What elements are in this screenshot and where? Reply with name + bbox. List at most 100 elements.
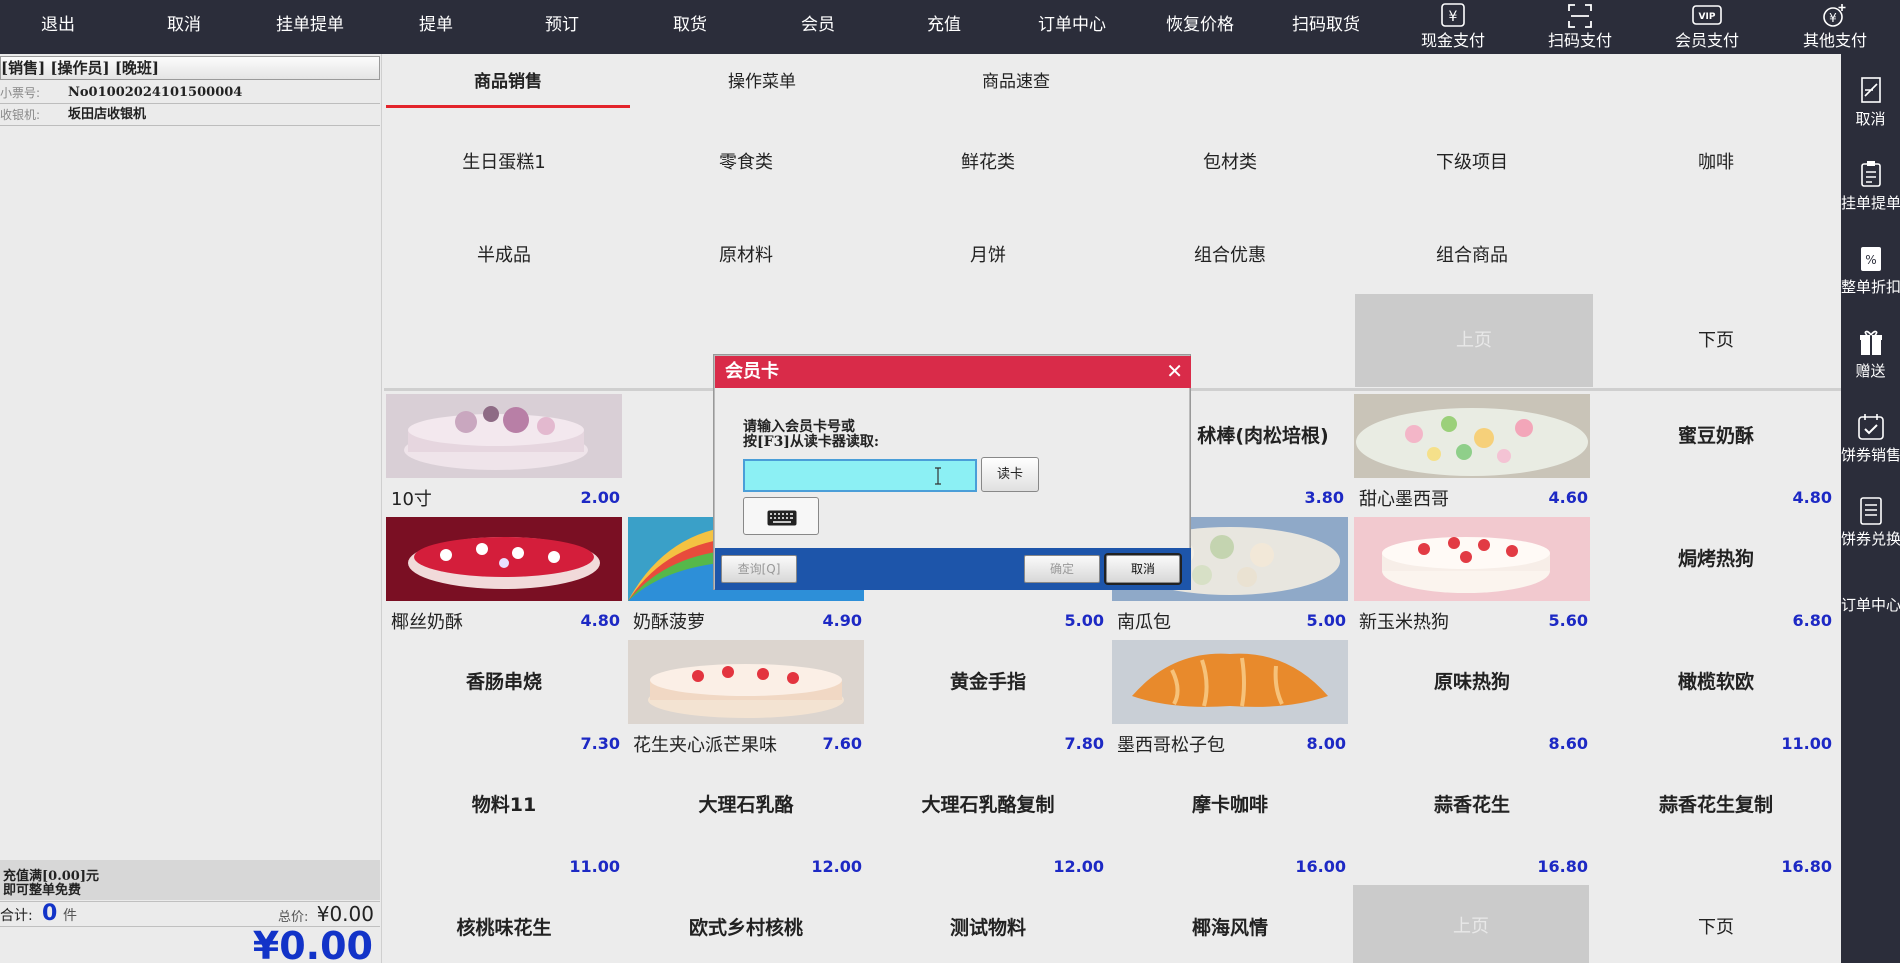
product-tile[interactable]: 橄榄软欧 11.00 bbox=[1598, 640, 1834, 758]
product-name: 蒜香花生复制 bbox=[1658, 794, 1773, 816]
category-combo-discount[interactable]: 组合优惠 bbox=[1110, 213, 1350, 299]
reserve-button[interactable]: 预订 bbox=[518, 0, 606, 54]
category-raw-materials[interactable]: 原材料 bbox=[626, 213, 866, 299]
scan-pickup-button[interactable]: 扫码取货 bbox=[1276, 0, 1376, 54]
prev-page-label: 上页 bbox=[1453, 916, 1489, 937]
product-price: 4.60 bbox=[1548, 488, 1588, 507]
top-toolbar: 退出 取消 挂单提单 提单 预订 取货 会员 充值 订单中心 恢复价格 扫码取货… bbox=[0, 0, 1900, 54]
scan-pay-label: 扫码支付 bbox=[1547, 31, 1612, 50]
voucher-redeem-button[interactable]: 饼券兑换 bbox=[1841, 486, 1900, 566]
pickup-button[interactable]: 取货 bbox=[646, 0, 734, 54]
receipt-row: 小票号: No01002024101500004 bbox=[0, 83, 380, 104]
category-coffee[interactable]: 咖啡 bbox=[1596, 120, 1836, 206]
hold-side-button[interactable]: 挂单提单 bbox=[1841, 150, 1900, 230]
order-center-button[interactable]: 订单中心 bbox=[1022, 0, 1122, 54]
product-tile[interactable]: 大理石乳酪复制 12.00 bbox=[870, 763, 1106, 881]
query-button[interactable]: 查询[Q] bbox=[721, 555, 797, 583]
yen-plus-icon: ¥ bbox=[1772, 2, 1898, 32]
read-card-button[interactable]: 读卡 bbox=[981, 457, 1039, 492]
tab-product-lookup[interactable]: 商品速查 bbox=[894, 68, 1138, 108]
tab-operation-menu[interactable]: 操作菜单 bbox=[640, 68, 884, 108]
dialog-prompt: 请输入会员卡号或 按[F3]从读卡器读取: bbox=[743, 419, 880, 450]
confirm-button[interactable]: 确定 bbox=[1024, 555, 1100, 583]
order-center-side-label: 订单中心 bbox=[1841, 596, 1900, 614]
product-tile[interactable]: 焗烤热狗 6.80 bbox=[1598, 517, 1834, 635]
product-tile[interactable]: 10寸 2.00 bbox=[386, 394, 622, 512]
category-mooncake[interactable]: 月饼 bbox=[868, 213, 1108, 299]
product-tile[interactable]: 原味热狗 8.60 bbox=[1354, 640, 1590, 758]
product-name: 黄金手指 bbox=[949, 671, 1026, 693]
category-semi-finished[interactable]: 半成品 bbox=[384, 213, 624, 299]
mode-indicator: [销售] [操作员] [晚班] bbox=[0, 56, 380, 80]
receipt-label: 小票号: bbox=[0, 86, 41, 100]
product-prev-page-button[interactable]: 上页 bbox=[1353, 885, 1589, 963]
product-tile[interactable]: 蒜香花生 16.80 bbox=[1354, 763, 1590, 881]
product-tile[interactable]: 测试物料 bbox=[870, 886, 1106, 963]
svg-text:¥: ¥ bbox=[1829, 11, 1837, 25]
cancel-button[interactable]: 取消 bbox=[140, 0, 228, 54]
product-name: 原味热狗 bbox=[1433, 671, 1510, 693]
retrieve-order-button[interactable]: 提单 bbox=[392, 0, 480, 54]
exit-button[interactable]: 退出 bbox=[14, 0, 102, 54]
product-tile[interactable]: 核桃味花生 bbox=[386, 886, 622, 963]
product-tile[interactable]: 摩卡咖啡 16.00 bbox=[1112, 763, 1348, 881]
product-tile[interactable]: 物料11 11.00 bbox=[386, 763, 622, 881]
next-page-label: 下页 bbox=[1698, 917, 1734, 938]
order-items-list[interactable] bbox=[0, 128, 380, 858]
product-tile[interactable]: 新玉米热狗 5.60 bbox=[1354, 517, 1590, 635]
product-tile[interactable]: 香肠串烧 7.30 bbox=[386, 640, 622, 758]
product-name: 核桃味花生 bbox=[456, 917, 552, 939]
restore-price-button[interactable]: 恢复价格 bbox=[1150, 0, 1250, 54]
product-tile[interactable]: 黄金手指 7.80 bbox=[870, 640, 1106, 758]
cash-pay-label: 现金支付 bbox=[1420, 31, 1485, 50]
product-tile[interactable]: 墨西哥松子包 8.00 bbox=[1112, 640, 1348, 758]
product-price: 7.60 bbox=[822, 734, 862, 753]
product-price: 16.00 bbox=[1295, 857, 1346, 876]
whole-discount-button[interactable]: % 整单折扣 bbox=[1841, 234, 1900, 314]
product-tile[interactable]: 蒜香花生复制 16.80 bbox=[1598, 763, 1834, 881]
category-birthday-cake[interactable]: 生日蛋糕1 bbox=[384, 120, 624, 206]
category-flowers[interactable]: 鲜花类 bbox=[868, 120, 1108, 206]
order-center-side-button[interactable]: 订单中心 bbox=[1841, 594, 1900, 634]
category-prev-page-button[interactable]: 上页 bbox=[1355, 294, 1593, 387]
count-unit: 件 bbox=[63, 908, 77, 924]
scan-pay-button[interactable]: 扫码支付 bbox=[1517, 0, 1643, 54]
other-pay-button[interactable]: ¥ 其他支付 bbox=[1772, 0, 1898, 54]
product-next-page-button[interactable]: 下页 bbox=[1598, 886, 1834, 963]
dialog-cancel-button[interactable]: 取消 bbox=[1106, 555, 1180, 583]
product-price: 16.80 bbox=[1537, 857, 1588, 876]
text-cursor-icon bbox=[935, 467, 941, 485]
category-sub-items[interactable]: 下级项目 bbox=[1352, 120, 1592, 206]
category-combo-product[interactable]: 组合商品 bbox=[1352, 213, 1592, 299]
hold-side-label: 挂单提单 bbox=[1841, 194, 1900, 212]
member-button[interactable]: 会员 bbox=[774, 0, 862, 54]
category-next-page-button[interactable]: 下页 bbox=[1596, 298, 1836, 384]
product-price: 4.90 bbox=[822, 611, 862, 630]
product-tile[interactable]: 椰丝奶酥 4.80 bbox=[386, 517, 622, 635]
product-tile[interactable]: 欧式乡村核桃 bbox=[628, 886, 864, 963]
cake-image bbox=[628, 640, 864, 724]
keyboard-button[interactable] bbox=[743, 497, 819, 535]
product-name: 香肠串烧 bbox=[465, 671, 542, 693]
cake-image bbox=[386, 394, 622, 478]
product-tile[interactable]: 甜心墨西哥 4.60 bbox=[1354, 394, 1590, 512]
member-pay-button[interactable]: VIP 会员支付 bbox=[1644, 0, 1770, 54]
gift-icon bbox=[1841, 318, 1900, 360]
product-tile[interactable]: 蜜豆奶酥 4.80 bbox=[1598, 394, 1834, 512]
close-icon[interactable]: ✕ bbox=[1166, 360, 1183, 382]
hold-order-button[interactable]: 挂单提单 bbox=[266, 0, 354, 54]
vip-icon: VIP bbox=[1644, 2, 1770, 32]
product-name: 甜心墨西哥 bbox=[1359, 489, 1449, 510]
category-packaging[interactable]: 包材类 bbox=[1110, 120, 1350, 206]
product-name: 焗烤热狗 bbox=[1677, 548, 1754, 570]
category-snacks[interactable]: 零食类 bbox=[626, 120, 866, 206]
product-tile[interactable]: 花生夹心派芒果味 7.60 bbox=[628, 640, 864, 758]
product-tile[interactable]: 椰海风情 bbox=[1112, 886, 1348, 963]
product-tile[interactable]: 大理石乳酪 12.00 bbox=[628, 763, 864, 881]
voucher-sale-button[interactable]: 饼券销售 bbox=[1841, 402, 1900, 482]
cancel-side-button[interactable]: 取消 bbox=[1841, 66, 1900, 146]
tab-product-sales[interactable]: 商品销售 bbox=[386, 68, 630, 108]
recharge-button[interactable]: 充值 bbox=[900, 0, 988, 54]
cash-pay-button[interactable]: ¥ 现金支付 bbox=[1390, 0, 1516, 54]
gift-button[interactable]: 赠送 bbox=[1841, 318, 1900, 398]
